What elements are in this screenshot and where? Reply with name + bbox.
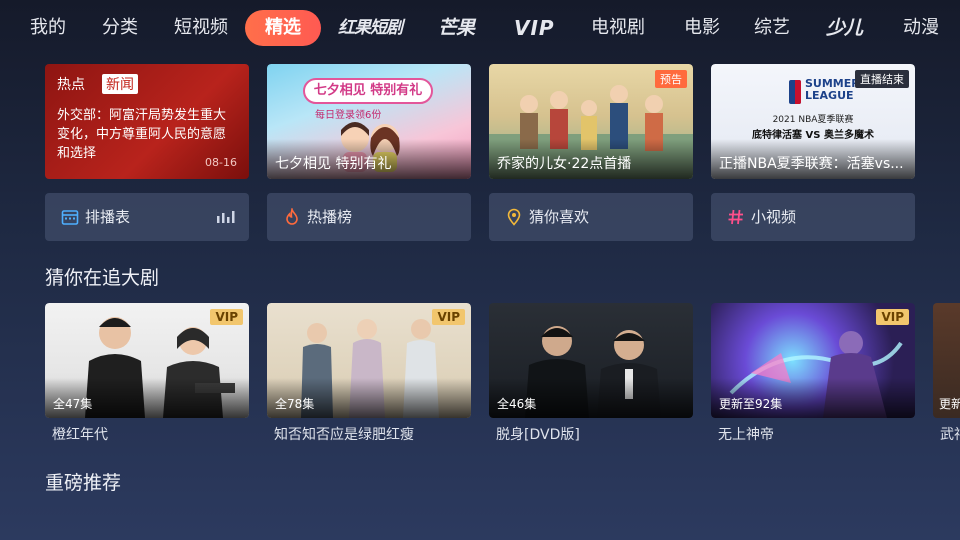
hashtag-icon (728, 209, 743, 225)
schedule-button[interactable]: 排播表 (45, 193, 249, 241)
drama-card[interactable]: VIP 全78集 (267, 303, 471, 418)
drama-card[interactable]: VIP 更新至92集 (711, 303, 915, 418)
bars-icon (217, 211, 235, 223)
nav-item-kids-logo[interactable]: 少儿 (826, 10, 863, 46)
episode-count: 全46集 (497, 397, 537, 411)
banner-caption: 正播NBA夏季联赛：活塞vs... (719, 156, 904, 172)
vip-badge: VIP (432, 309, 465, 325)
drama-card[interactable]: VIP 全47集 (45, 303, 249, 418)
banner-caption: 乔家的儿女·22点首播 (497, 156, 632, 172)
schedule-label: 排播表 (85, 208, 131, 226)
location-pin-icon (507, 208, 521, 226)
news-headline: 外交部：阿富汗局势发生重大变化，中方尊重阿人民的意愿和选择 (57, 108, 227, 161)
nav-item-category[interactable]: 分类 (102, 10, 138, 46)
drama-title: 武神 (940, 427, 960, 443)
banner-caption: 七夕相见 特别有礼 (275, 156, 392, 172)
guess-you-like-label: 猜你喜欢 (529, 208, 590, 226)
banner-card-qixi[interactable]: 七夕相见 特别有礼 每日登录领6份 七夕相见 特别有礼 (267, 64, 471, 179)
nav-item-movie[interactable]: 电影 (684, 10, 720, 46)
qixi-title-banner: 七夕相见 特别有礼 (303, 78, 433, 104)
nav-item-featured[interactable]: 精选 (245, 10, 321, 46)
hot-tag: 热点 (57, 77, 85, 93)
nav-item-short-drama-logo[interactable]: 红果短剧 (338, 10, 403, 46)
mini-video-button[interactable]: 小视频 (711, 193, 915, 241)
nav-item-short-video[interactable]: 短视频 (174, 10, 228, 46)
nav-item-vip[interactable]: VIP (514, 10, 555, 46)
mini-video-label: 小视频 (751, 208, 797, 226)
episode-count: 全47集 (53, 397, 93, 411)
calendar-icon (61, 210, 79, 225)
hot-news-card[interactable]: 热点 新闻 外交部：阿富汗局势发生重大变化，中方尊重阿人民的意愿和选择 08-1… (45, 64, 249, 179)
nav-item-mine[interactable]: 我的 (30, 10, 66, 46)
flame-icon (286, 208, 298, 225)
drama-card-partial[interactable]: 更新 (933, 303, 960, 418)
vip-badge: VIP (876, 309, 909, 325)
banner-card-nba[interactable]: SUMMER LEAGUE 2021 NBA夏季联赛 底特律活塞 VS 奥兰多魔… (711, 64, 915, 179)
banner-card-qiao-family[interactable]: 预告 乔家的儿女·22点首播 (489, 64, 693, 179)
guess-you-like-button[interactable]: 猜你喜欢 (489, 193, 693, 241)
nav-item-variety[interactable]: 综艺 (754, 10, 790, 46)
nav-item-tv-series[interactable]: 电视剧 (591, 10, 645, 46)
nba-subtitle: 2021 NBA夏季联赛 (772, 115, 854, 125)
episode-count: 全78集 (275, 397, 315, 411)
hot-rank-button[interactable]: 热播榜 (267, 193, 471, 241)
section-title-recommended: 重磅推荐 (45, 472, 122, 494)
drama-title: 无上神帝 (718, 427, 774, 443)
nav-item-mango-logo[interactable]: 芒果 (438, 10, 475, 46)
episode-count: 更新至92集 (719, 397, 783, 411)
preview-badge: 预告 (655, 70, 687, 88)
vip-badge: VIP (210, 309, 243, 325)
hot-rank-label: 热播榜 (307, 208, 353, 226)
episode-count: 更新 (939, 397, 960, 411)
drama-title: 脱身[DVD版] (496, 427, 580, 443)
nba-logo-icon (789, 80, 801, 104)
section-title-following: 猜你在追大剧 (45, 267, 160, 289)
news-date: 08-16 (205, 156, 237, 169)
drama-title: 知否知否应是绿肥红瘦 (274, 427, 414, 443)
nav-item-anime[interactable]: 动漫 (903, 10, 939, 46)
news-tag: 新闻 (102, 74, 138, 94)
live-ended-badge: 直播结束 (855, 70, 909, 88)
drama-title: 橙红年代 (52, 427, 108, 443)
top-nav: 我的 分类 短视频 精选 红果短剧 芒果 VIP 电视剧 电影 综艺 少儿 动漫 (0, 0, 960, 56)
drama-card[interactable]: 全46集 (489, 303, 693, 418)
